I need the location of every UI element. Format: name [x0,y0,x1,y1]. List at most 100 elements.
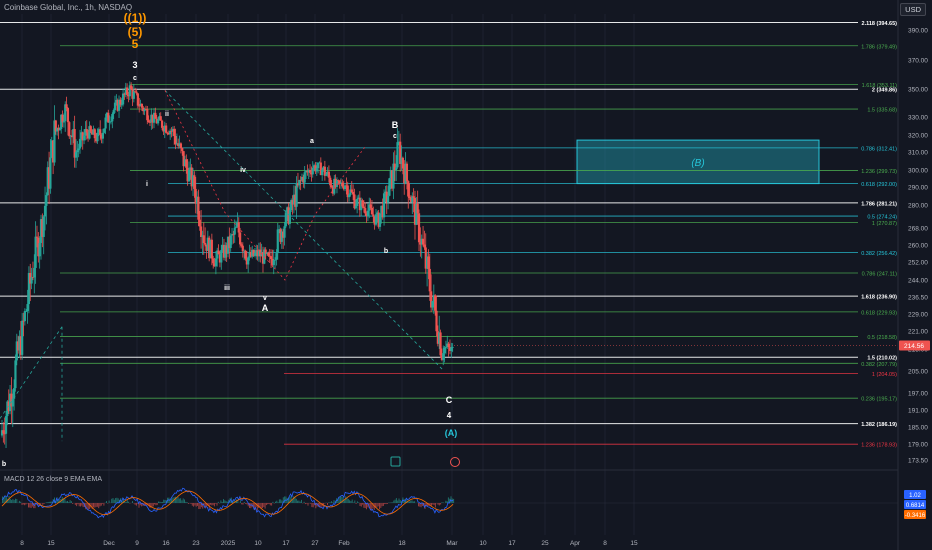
fib-level-label: 0.618 (292.00) [861,182,897,188]
candle-body [405,163,409,182]
time-tick-label: 27 [311,540,319,547]
candle-body [401,157,404,169]
macd-histogram-bar [380,503,382,508]
candle-body [288,210,291,224]
macd-histogram-bar [195,503,197,507]
macd-histogram-bar [241,503,243,505]
macd-histogram-bar [262,503,263,509]
macd-indicator-label[interactable]: MACD 12 26 close 9 EMA EMA [4,476,102,483]
time-tick-label: 17 [508,540,516,547]
macd-histogram-bar [277,502,279,503]
price-chart[interactable]: 390.00 370.00 350.00 330.00 320.00 310.00 300.… [0,0,932,550]
macd-histogram-bar [379,503,380,510]
macd-histogram-bar [390,502,392,503]
fib-level-label: 0.786 (247.11) [862,272,898,278]
candle-body [362,206,365,209]
macd-histogram-bar [187,503,189,504]
time-tick-label: 15 [630,540,638,547]
candle-body [109,121,113,123]
macd-histogram-bar [224,500,226,503]
macd-histogram-bar [376,503,378,508]
macd-histogram-bar [278,499,280,503]
macd-histogram-bar [359,503,361,507]
candle-body [214,258,217,267]
price-tick-label: 320.00 [908,133,928,140]
candle-body [283,226,286,238]
candle-body [234,226,238,228]
candle-body [435,310,438,332]
macd-histogram-bar [297,500,299,503]
macd-histogram-bar [29,503,31,508]
candle-body [38,242,41,257]
macd-histogram-bar [15,498,16,503]
macd-histogram-bar [397,500,399,503]
time-tick-label: 8 [603,540,607,547]
macd-histogram-bar [46,502,48,503]
macd-histogram-bar [202,503,204,509]
candle-body [78,138,82,149]
macd-histogram-bar [377,503,379,507]
macd-histogram-bar [272,501,274,503]
macd-histogram-bar [434,503,436,508]
candle-body [273,259,277,261]
candle-body [179,143,183,149]
macd-histogram-bar [22,503,24,505]
macd-histogram-bar [414,501,416,503]
macd-histogram-bar [152,503,154,507]
macd-histogram-bar [327,503,328,506]
price-tick-label: 390.00 [908,28,928,35]
candle-body [372,214,375,217]
time-tick-label: 23 [192,540,200,547]
candle-body [14,360,17,389]
time-tick-label: 2025 [221,540,236,547]
candle-body [442,353,445,360]
wave-label: (A) [445,428,458,438]
time-tick-label: Mar [446,540,458,547]
candle-body [395,167,398,171]
macd-histogram-bar [210,503,211,505]
currency-button[interactable]: USD [900,3,926,16]
macd-histogram-bar [116,497,118,503]
candle-body [308,170,312,173]
candle-body [443,347,446,354]
candle-body [104,117,107,129]
candle-body [439,332,442,356]
macd-histogram-bar [176,498,178,503]
candle-body [30,276,33,284]
macd-histogram-bar [345,496,347,503]
candle-body [181,148,184,152]
candle-body [34,236,37,268]
macd-histogram-bar [65,501,67,503]
price-tick-label: 330.00 [908,115,928,122]
price-tick-label: 350.00 [908,87,928,94]
macd-histogram-bar [440,503,442,505]
macd-histogram-bar [445,500,447,503]
macd-histogram-bar [11,500,13,503]
candle-body [267,252,270,256]
candle-body [156,119,160,124]
macd-histogram-bar [310,503,312,504]
candle-body [366,210,370,217]
macd-histogram-bar [80,503,81,507]
candle-body [210,239,213,259]
candle-body [229,235,232,249]
macd-histogram-bar [177,496,179,503]
macd-histogram-bar [220,500,222,503]
candle-body [132,91,135,99]
macd-histogram-bar [193,503,195,507]
candle-body [198,219,201,227]
fib-level-label: 1 (270.87) [872,221,897,227]
macd-histogram-bar [385,503,387,505]
wave-label: 5 [132,37,139,51]
wave-label: ii [165,111,169,118]
price-tick-label: 236.50 [908,295,928,302]
macd-histogram-bar [446,501,448,503]
candle-body [49,157,52,189]
fib-level-label: 1.618 (236.90) [861,295,897,301]
macd-histogram-bar [24,503,26,506]
macd-histogram-bar [384,503,386,505]
candle-body [311,167,314,175]
macd-histogram-bar [412,501,414,503]
macd-histogram-bar [437,503,439,505]
candle-body [204,243,207,245]
